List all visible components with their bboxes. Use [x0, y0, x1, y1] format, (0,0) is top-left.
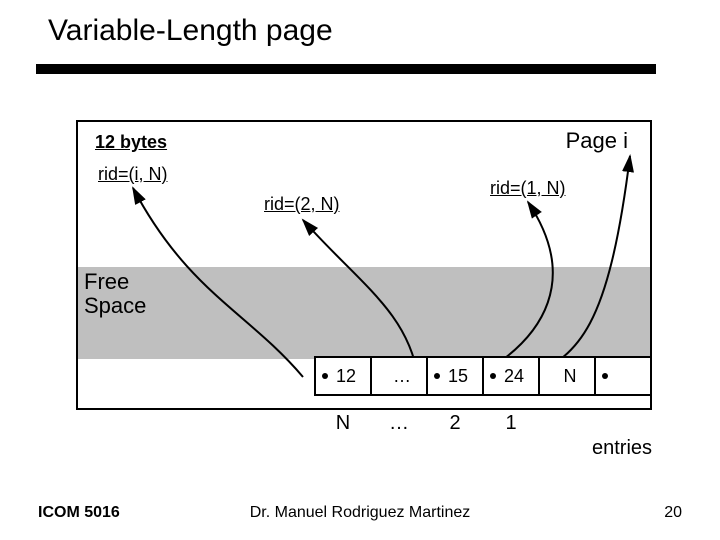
- rid-i-n: rid=(i, N): [98, 164, 168, 185]
- slot-directory: 12 … 15 24 N: [316, 356, 652, 396]
- rid-1-n: rid=(1, N): [490, 178, 566, 199]
- slot-cell: [594, 356, 652, 396]
- slot-index: N: [314, 412, 372, 435]
- entries-label: entries: [592, 437, 652, 460]
- slot-cell: 24: [482, 356, 540, 396]
- slot-cell: 12: [314, 356, 372, 396]
- slot-index: 2: [426, 412, 484, 435]
- page-id-label: Page i: [566, 128, 628, 154]
- slot-index: 1: [482, 412, 540, 435]
- slot-cell: N: [538, 356, 596, 396]
- slot-cell: 15: [426, 356, 484, 396]
- slot-cell: …: [370, 356, 428, 396]
- footer-author: Dr. Manuel Rodriguez Martinez: [0, 504, 720, 522]
- slide-title: Variable-Length page: [48, 14, 333, 48]
- slot-index: [594, 412, 652, 435]
- slot-index: …: [370, 412, 428, 435]
- free-space-region: [78, 267, 650, 359]
- page-diagram: Free Space 12 bytes Page i rid=(i, N) ri…: [76, 120, 652, 410]
- footer-page-number: 20: [664, 504, 682, 522]
- rid-2-n: rid=(2, N): [264, 194, 340, 215]
- title-underline: [36, 64, 656, 74]
- slot-indices: N … 2 1: [316, 412, 652, 435]
- free-space-label: Free Space: [84, 270, 146, 318]
- header-12-bytes: 12 bytes: [95, 132, 167, 153]
- slot-index: [538, 412, 596, 435]
